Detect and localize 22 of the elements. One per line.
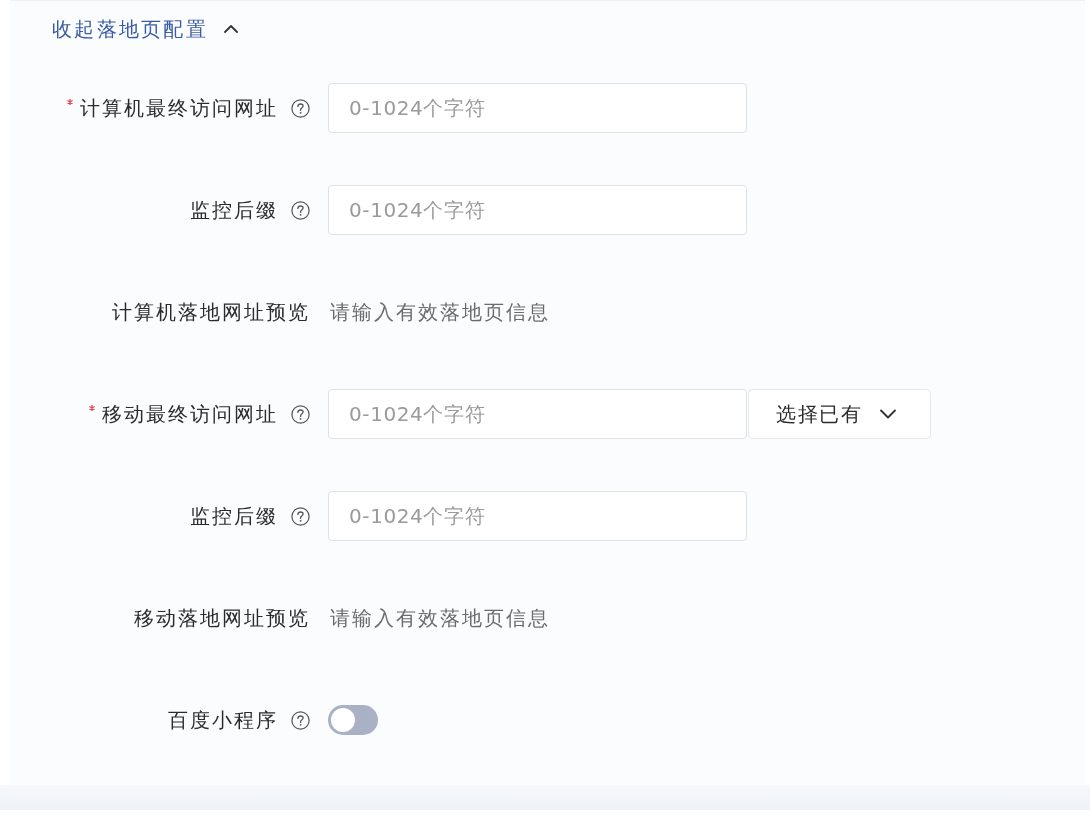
field-label: 计算机落地网址预览 [112,298,310,326]
input-field[interactable]: 0-1024个字符 [328,185,747,235]
field-label: 移动最终访问网址 [102,400,278,428]
help-icon[interactable] [291,710,310,730]
input-field[interactable]: 0-1024个字符 [328,389,747,439]
field-label: 监控后缀 [190,502,278,530]
field-label: 移动落地网址预览 [134,604,310,632]
preview-text: 请输入有效落地页信息 [330,604,550,632]
help-icon[interactable] [291,404,310,424]
input-field[interactable]: 0-1024个字符 [328,491,747,541]
help-icon[interactable] [291,200,310,220]
help-icon[interactable] [291,98,310,118]
field-label: 百度小程序 [168,706,278,734]
toggle-switch[interactable] [328,705,378,735]
preview-text: 请输入有效落地页信息 [330,298,550,326]
field-label: 计算机最终访问网址 [80,94,278,122]
collapse-link[interactable]: 收起落地页配置 [52,15,239,43]
select-button[interactable]: 选择已有 [748,389,931,439]
help-icon[interactable] [291,506,310,526]
field-label: 监控后缀 [190,196,278,224]
chevron-down-icon [880,409,896,419]
input-field[interactable]: 0-1024个字符 [328,83,747,133]
